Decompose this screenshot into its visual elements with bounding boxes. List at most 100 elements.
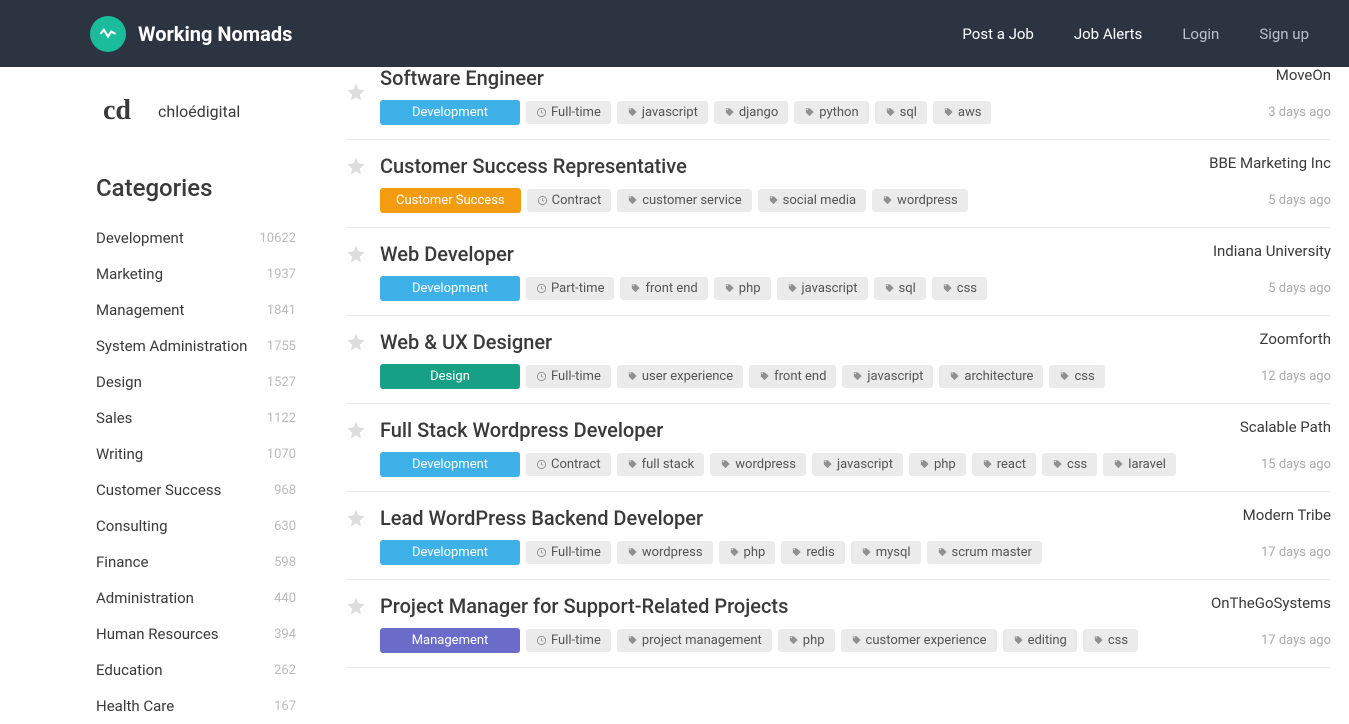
skill-tag[interactable]: php [714, 277, 771, 300]
category-badge[interactable]: Development [380, 100, 520, 125]
skill-tag[interactable]: front end [620, 277, 707, 300]
skill-tag[interactable]: php [778, 629, 835, 652]
featured-company[interactable]: cd chloédigital [96, 90, 296, 132]
job-company[interactable]: OnTheGoSystems [1211, 594, 1331, 612]
nav-signup[interactable]: Sign up [1259, 25, 1309, 43]
skill-tag[interactable]: social media [758, 189, 866, 212]
job-title[interactable]: Full Stack Wordpress Developer [380, 418, 663, 442]
job-title[interactable]: Customer Success Representative [380, 154, 687, 178]
job-title[interactable]: Web & UX Designer [380, 330, 552, 354]
category-item[interactable]: Customer Success968 [96, 472, 296, 508]
skill-tag[interactable]: mysql [851, 541, 921, 564]
job-company[interactable]: Indiana University [1213, 242, 1331, 260]
category-badge[interactable]: Customer Success [380, 188, 521, 213]
job-company[interactable]: Scalable Path [1240, 418, 1331, 436]
job-type-tag[interactable]: Part-time [526, 277, 614, 300]
star-icon[interactable] [346, 332, 366, 352]
skill-tag[interactable]: sql [874, 277, 926, 300]
company-logo: cd [96, 90, 138, 132]
job-company[interactable]: BBE Marketing Inc [1209, 154, 1331, 172]
job-company[interactable]: Modern Tribe [1243, 506, 1331, 524]
star-icon[interactable] [346, 508, 366, 528]
skill-tag[interactable]: django [714, 101, 788, 124]
category-item[interactable]: Finance598 [96, 544, 296, 580]
skill-tag[interactable]: editing [1003, 629, 1077, 652]
category-item[interactable]: Education262 [96, 652, 296, 688]
category-badge[interactable]: Management [380, 628, 520, 653]
star-icon[interactable] [346, 156, 366, 176]
job-title[interactable]: Web Developer [380, 242, 514, 266]
skill-tag[interactable]: customer experience [841, 629, 997, 652]
nav-post-job[interactable]: Post a Job [962, 25, 1033, 43]
skill-tag[interactable]: scrum master [927, 541, 1042, 564]
skill-tag[interactable]: customer service [617, 189, 751, 212]
nav-job-alerts[interactable]: Job Alerts [1074, 25, 1142, 43]
skill-tag[interactable]: javascript [777, 277, 868, 300]
nav-login[interactable]: Login [1182, 25, 1219, 43]
skill-tag[interactable]: javascript [617, 101, 708, 124]
category-item[interactable]: Consulting630 [96, 508, 296, 544]
skill-tag[interactable]: wordpress [872, 189, 968, 212]
category-count: 10622 [259, 231, 296, 246]
category-count: 1755 [267, 339, 296, 354]
skill-tag[interactable]: user experience [617, 365, 743, 388]
skill-tag[interactable]: redis [781, 541, 844, 564]
job-title[interactable]: Project Manager for Support-Related Proj… [380, 594, 788, 618]
category-name: Human Resources [96, 625, 219, 643]
skill-tag[interactable]: javascript [842, 365, 933, 388]
skill-tag[interactable]: css [1049, 365, 1104, 388]
skill-tag[interactable]: laravel [1103, 453, 1176, 476]
star-icon[interactable] [346, 596, 366, 616]
job-type-tag[interactable]: Full-time [526, 365, 611, 388]
job-type-tag[interactable]: Full-time [526, 101, 611, 124]
job-time: 5 days ago [1268, 193, 1331, 208]
job-type-tag[interactable]: Contract [526, 453, 611, 476]
skill-tag[interactable]: css [932, 277, 987, 300]
category-item[interactable]: Development10622 [96, 220, 296, 256]
categories-title: Categories [96, 174, 296, 202]
skill-tag[interactable]: php [909, 453, 966, 476]
skill-tag[interactable]: wordpress [710, 453, 806, 476]
category-item[interactable]: Marketing1937 [96, 256, 296, 292]
category-item[interactable]: Administration440 [96, 580, 296, 616]
skill-tag[interactable]: css [1042, 453, 1097, 476]
star-icon[interactable] [346, 244, 366, 264]
job-type-tag[interactable]: Contract [527, 189, 612, 212]
skill-tag[interactable]: aws [933, 101, 992, 124]
star-icon[interactable] [346, 82, 366, 102]
category-item[interactable]: Human Resources394 [96, 616, 296, 652]
category-badge[interactable]: Development [380, 452, 520, 477]
skill-tag[interactable]: wordpress [617, 541, 713, 564]
star-icon[interactable] [346, 420, 366, 440]
job-meta: Management Full-time project management php… [380, 628, 1331, 653]
skill-tag[interactable]: architecture [939, 365, 1043, 388]
skill-tag[interactable]: css [1083, 629, 1138, 652]
job-card: Project Manager for Support-Related Proj… [346, 580, 1331, 668]
job-card: Software Engineer MoveOn Development Full-t… [346, 66, 1331, 140]
skill-tag[interactable]: front end [749, 365, 836, 388]
skill-tag[interactable]: python [794, 101, 868, 124]
category-count: 630 [274, 519, 296, 534]
skill-tag[interactable]: javascript [812, 453, 903, 476]
category-item[interactable]: Sales1122 [96, 400, 296, 436]
job-company[interactable]: Zoomforth [1260, 330, 1331, 348]
category-badge[interactable]: Development [380, 276, 520, 301]
skill-tag[interactable]: project management [617, 629, 772, 652]
job-title[interactable]: Software Engineer [380, 66, 544, 90]
skill-tag[interactable]: sql [875, 101, 927, 124]
category-item[interactable]: Management1841 [96, 292, 296, 328]
category-item[interactable]: Writing1070 [96, 436, 296, 472]
skill-tag[interactable]: react [972, 453, 1036, 476]
category-badge[interactable]: Design [380, 364, 520, 389]
skill-tag[interactable]: php [719, 541, 776, 564]
category-item[interactable]: System Administration1755 [96, 328, 296, 364]
job-company[interactable]: MoveOn [1276, 66, 1331, 84]
category-item[interactable]: Health Care167 [96, 688, 296, 724]
category-item[interactable]: Design1527 [96, 364, 296, 400]
logo[interactable]: Working Nomads [90, 16, 292, 52]
skill-tag[interactable]: full stack [617, 453, 705, 476]
job-type-tag[interactable]: Full-time [526, 629, 611, 652]
job-type-tag[interactable]: Full-time [526, 541, 611, 564]
category-badge[interactable]: Development [380, 540, 520, 565]
job-title[interactable]: Lead WordPress Backend Developer [380, 506, 703, 530]
